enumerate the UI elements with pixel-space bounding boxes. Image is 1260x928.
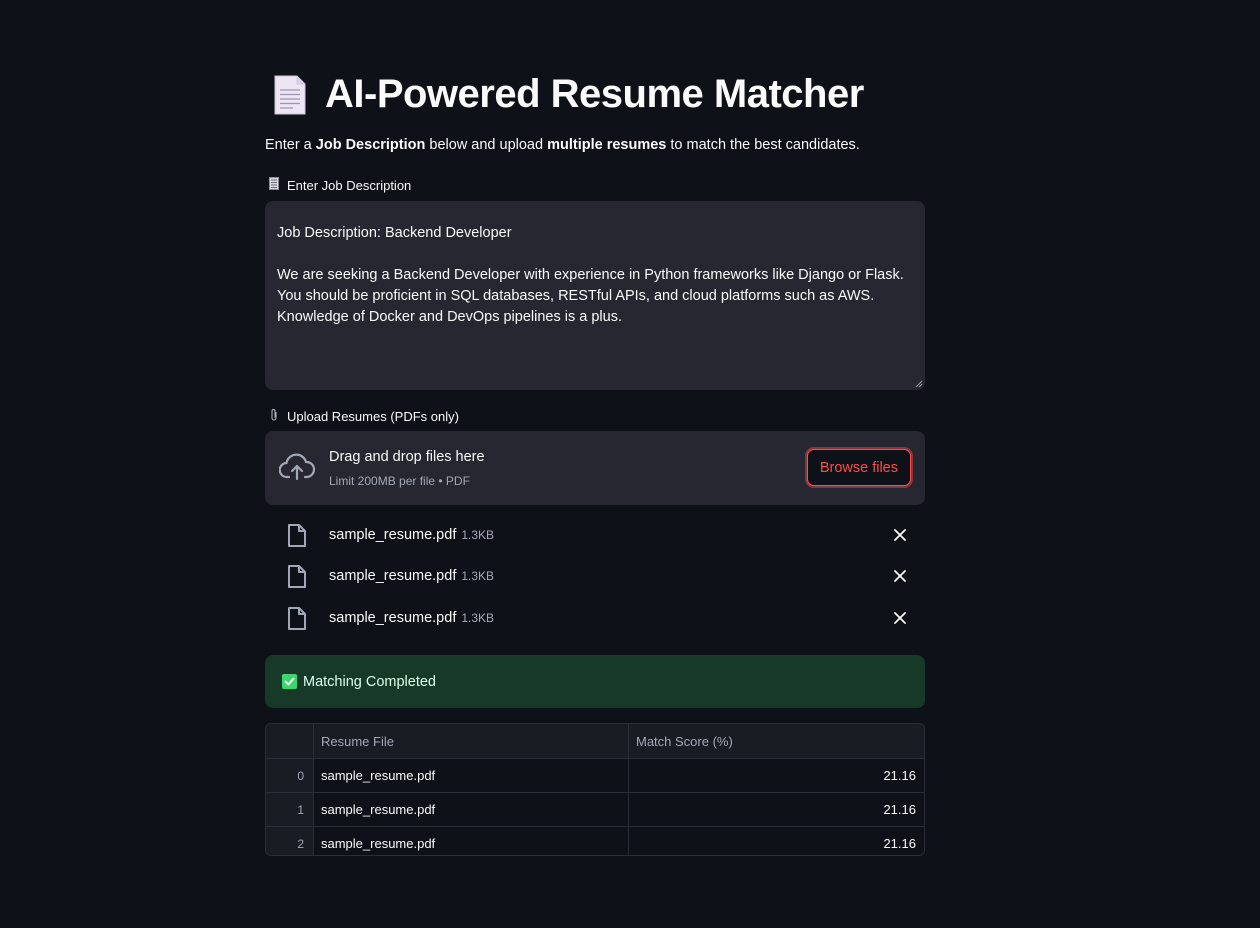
file-size: 1.3KB [461, 569, 495, 583]
uploaded-file-item: sample_resume.pdf 1.3KB [265, 518, 925, 552]
table-row: 0 sample_resume.pdf 21.16 [266, 759, 924, 793]
file-dropzone[interactable]: Drag and drop files here Limit 200MB per… [265, 431, 925, 505]
dropzone-title: Drag and drop files here [329, 449, 485, 465]
page-title: AI-Powered Resume Matcher [325, 72, 864, 116]
file-size: 1.3KB [461, 611, 495, 625]
intro-bold-multiple-resumes: multiple resumes [547, 137, 667, 153]
resume-file-column-header[interactable]: Resume File [314, 724, 629, 758]
table-row: 1 sample_resume.pdf 21.16 [266, 793, 924, 827]
match-score-cell[interactable]: 21.16 [629, 793, 924, 826]
file-name-text: sample_resume.pdf 1.3KB [329, 568, 494, 584]
file-name: sample_resume.pdf [329, 568, 457, 584]
file-name-text: sample_resume.pdf 1.3KB [329, 610, 494, 626]
file-size: 1.3KB [461, 528, 495, 542]
job-description-label: Enter Job Description [267, 177, 411, 193]
uploaded-file-item: sample_resume.pdf 1.3KB [265, 559, 925, 593]
intro-part1: Enter a [265, 137, 316, 153]
row-index: 1 [266, 793, 314, 826]
cloud-upload-icon [278, 453, 316, 486]
row-index: 2 [266, 827, 314, 855]
intro-part2: below and upload [425, 137, 548, 153]
upload-resumes-label: Upload Resumes (PDFs only) [267, 408, 459, 424]
file-name: sample_resume.pdf [329, 610, 457, 626]
match-score-cell[interactable]: 21.16 [629, 759, 924, 792]
upload-resumes-label-text: Upload Resumes (PDFs only) [287, 408, 459, 424]
resume-file-cell[interactable]: sample_resume.pdf [314, 759, 629, 792]
file-icon [287, 564, 307, 594]
title-row: AI-Powered Resume Matcher [273, 72, 864, 117]
success-alert: Matching Completed [265, 655, 925, 708]
resume-file-cell[interactable]: sample_resume.pdf [314, 827, 629, 855]
close-icon[interactable] [893, 611, 907, 625]
match-score-column-header[interactable]: Match Score (%) [629, 724, 924, 758]
job-description-label-text: Enter Job Description [287, 177, 412, 193]
file-name-text: sample_resume.pdf 1.3KB [329, 527, 494, 543]
file-icon [287, 523, 307, 553]
row-index: 0 [266, 759, 314, 792]
file-name: sample_resume.pdf [329, 527, 457, 543]
file-icon [287, 606, 307, 636]
table-header-row: Resume File Match Score (%) [266, 724, 924, 759]
close-icon[interactable] [893, 569, 907, 583]
intro-part3: to match the best candidates. [666, 137, 860, 153]
uploaded-file-item: sample_resume.pdf 1.3KB [265, 601, 925, 635]
table-row: 2 sample_resume.pdf 21.16 [266, 827, 924, 855]
success-alert-text: Matching Completed [303, 673, 436, 690]
match-score-cell[interactable]: 21.16 [629, 827, 924, 855]
check-mark-icon [282, 674, 297, 689]
resize-grip-icon[interactable] [915, 380, 923, 388]
intro-bold-job-description: Job Description [315, 137, 426, 153]
intro-text: Enter a Job Description below and upload… [265, 137, 860, 153]
paperclip-icon [267, 408, 281, 424]
index-column-header [266, 724, 314, 758]
browse-files-button[interactable]: Browse files [806, 449, 911, 486]
dropzone-limit-text: Limit 200MB per file • PDF [329, 474, 470, 488]
results-table[interactable]: Resume File Match Score (%) 0 sample_res… [265, 723, 925, 856]
close-icon[interactable] [893, 528, 907, 542]
receipt-icon [267, 177, 281, 193]
resume-file-cell[interactable]: sample_resume.pdf [314, 793, 629, 826]
job-description-textarea[interactable]: Job Description: Backend Developer We ar… [265, 201, 925, 390]
page-facing-up-icon [273, 74, 307, 116]
